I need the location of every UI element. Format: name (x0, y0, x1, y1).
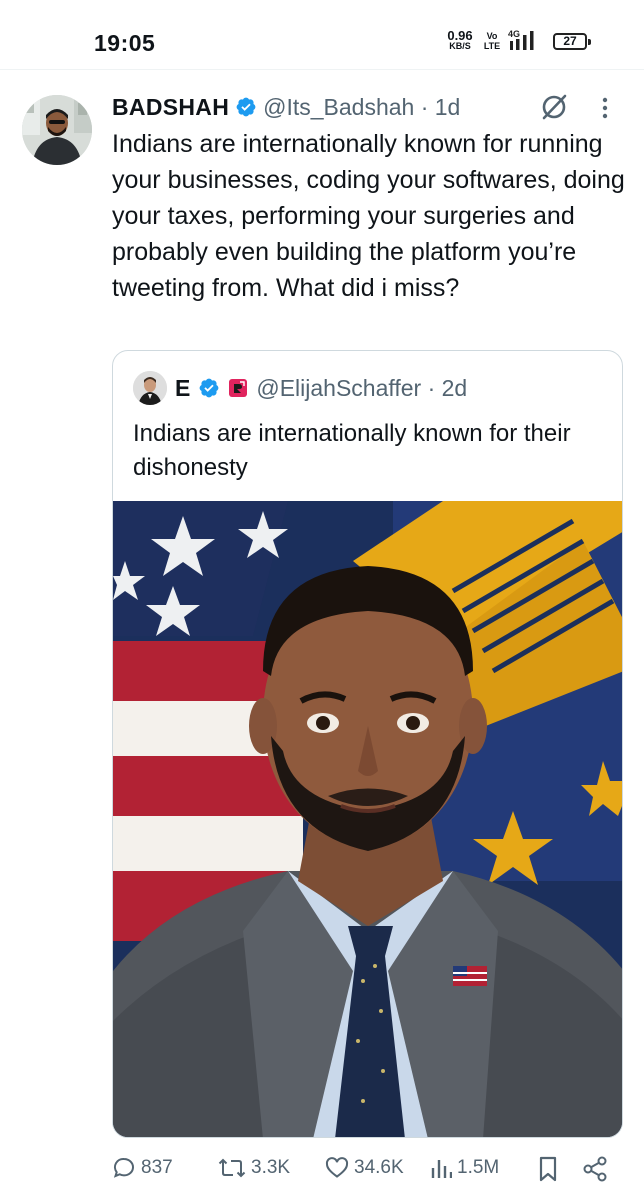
bookmark-icon (538, 1156, 558, 1182)
author-avatar[interactable] (22, 95, 92, 165)
like-icon (325, 1156, 349, 1180)
views-icon (430, 1156, 452, 1180)
affiliate-badge-icon (228, 378, 248, 398)
quoted-author-avatar (133, 371, 167, 405)
author-name[interactable]: BADSHAH (112, 94, 229, 121)
quoted-tweet-card[interactable]: E @ElijahSchaffer · 2d Indians are inter… (112, 350, 623, 1138)
repost-count: 3.3K (251, 1157, 291, 1178)
like-count: 34.6K (354, 1157, 404, 1178)
reply-button[interactable]: 837 (112, 1156, 173, 1180)
quoted-author-name: E (175, 374, 191, 401)
repost-button[interactable]: 3.3K (218, 1156, 290, 1180)
verified-badge-icon (198, 377, 220, 399)
author-handle-time[interactable]: @Its_Badshah · 1d (263, 94, 460, 121)
network-type: 4G (508, 29, 520, 39)
quoted-tweet-photo[interactable] (113, 501, 622, 1137)
network-speed-value: 0.96 (447, 28, 473, 43)
more-options-icon[interactable] (600, 96, 610, 120)
status-time: 19:05 (94, 30, 156, 56)
battery-level: 27 (563, 34, 577, 48)
network-speed: 0.96 KB/S (444, 28, 476, 52)
battery-icon: 27 (553, 33, 591, 50)
grok-icon[interactable] (539, 92, 569, 122)
tweet-text: Indians are internationally known for ru… (112, 130, 625, 302)
tweet-header: BADSHAH @Its_Badshah · 1d (112, 92, 460, 122)
quoted-tweet-text: Indians are internationally known for th… (133, 420, 571, 481)
status-bar: 19:05 0.96 KB/S Vo LTE 4G 27 (0, 0, 644, 70)
volte-top: Vo (486, 31, 498, 41)
repost-icon (218, 1156, 246, 1180)
bookmark-button[interactable] (538, 1156, 558, 1182)
reply-icon (112, 1156, 136, 1180)
views-button[interactable]: 1.5M (430, 1156, 499, 1180)
signal-strength-icon: 4G (508, 29, 544, 56)
tweet-actions: 837 3.3K 34.6K 1.5M (112, 1152, 612, 1188)
quoted-tweet-header: E @ElijahSchaffer · 2d (133, 371, 468, 405)
reply-count: 837 (141, 1157, 173, 1178)
volte-indicator: Vo LTE (481, 31, 503, 51)
views-count: 1.5M (457, 1157, 500, 1178)
like-button[interactable]: 34.6K (325, 1156, 404, 1180)
share-icon (582, 1156, 608, 1182)
volte-bottom: LTE (483, 41, 501, 51)
share-button[interactable] (582, 1156, 608, 1182)
quoted-author-handle-time: @ElijahSchaffer · 2d (256, 374, 468, 401)
verified-badge-icon (235, 96, 257, 118)
